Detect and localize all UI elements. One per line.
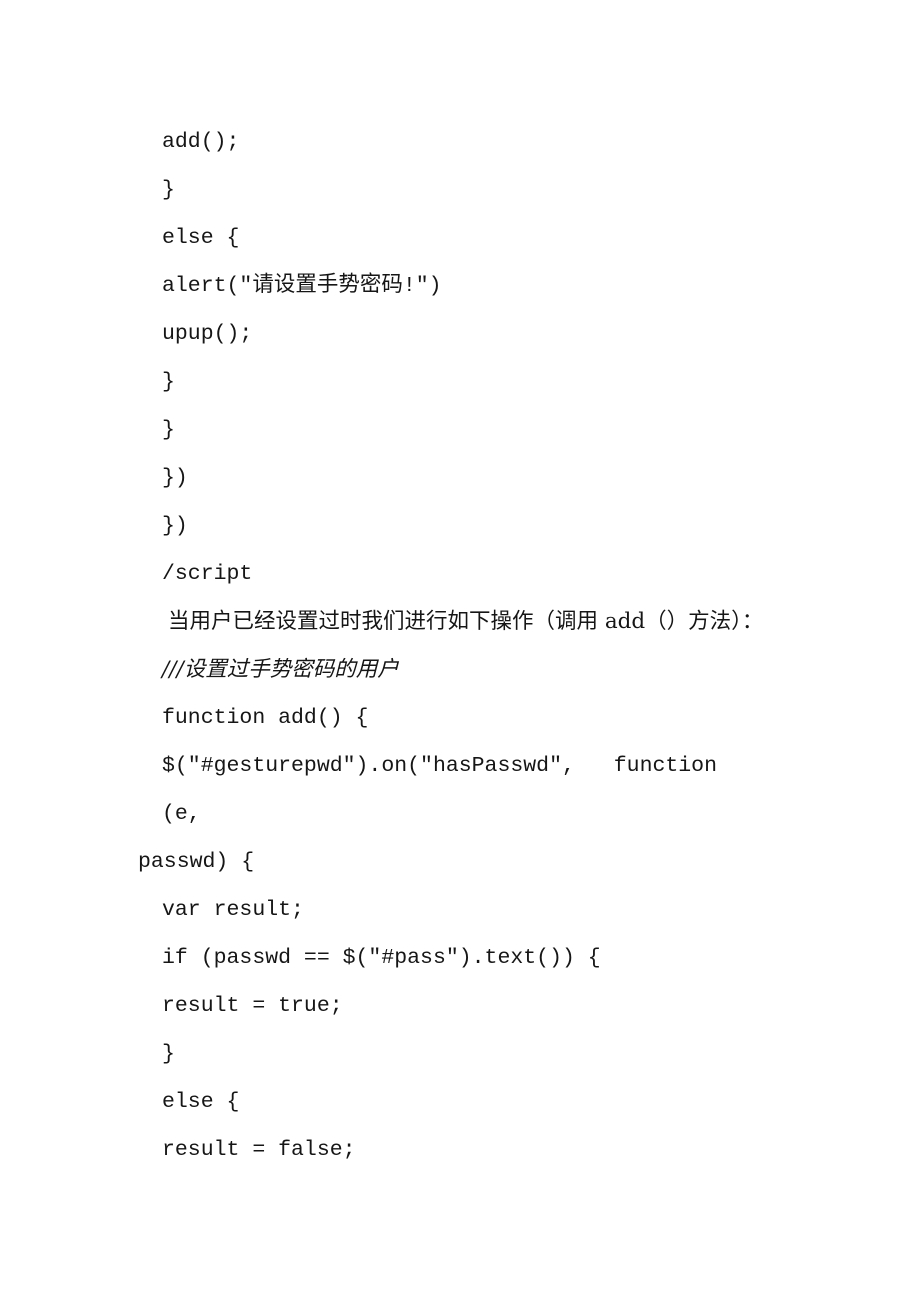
code-line: else { [162, 226, 240, 250]
code-line: if (passwd == $("#pass").text()) { [162, 946, 601, 970]
document-page: add(); } else { alert("请设置手势密码!") upup()… [0, 0, 920, 1302]
code-line: }) [162, 514, 188, 538]
code-line: result = false; [162, 1138, 356, 1162]
code-line: function add() { [162, 706, 369, 730]
code-line-continuation: passwd) { [138, 850, 255, 874]
code-comment-line: ///设置过手势密码的用户 [162, 657, 399, 682]
code-line: else { [162, 1090, 240, 1114]
code-line: } [162, 418, 175, 442]
code-line: alert("请设置手势密码!") [162, 274, 442, 298]
code-line: } [162, 370, 175, 394]
paragraph-text: 当用户已经设置过时我们进行如下操作（调用 add（）方法）： [168, 609, 764, 634]
code-line: upup(); [162, 322, 253, 346]
code-line: add(); [162, 130, 240, 154]
document-body: add(); } else { alert("请设置手势密码!") upup()… [138, 118, 784, 1174]
code-line: /script [162, 562, 253, 586]
code-line: } [162, 178, 175, 202]
code-line: $("#gesturepwd").on("hasPasswd", functio… [162, 754, 756, 826]
code-line: } [162, 1042, 175, 1066]
code-line: var result; [162, 898, 304, 922]
code-line: }) [162, 466, 188, 490]
code-line: result = true; [162, 994, 343, 1018]
